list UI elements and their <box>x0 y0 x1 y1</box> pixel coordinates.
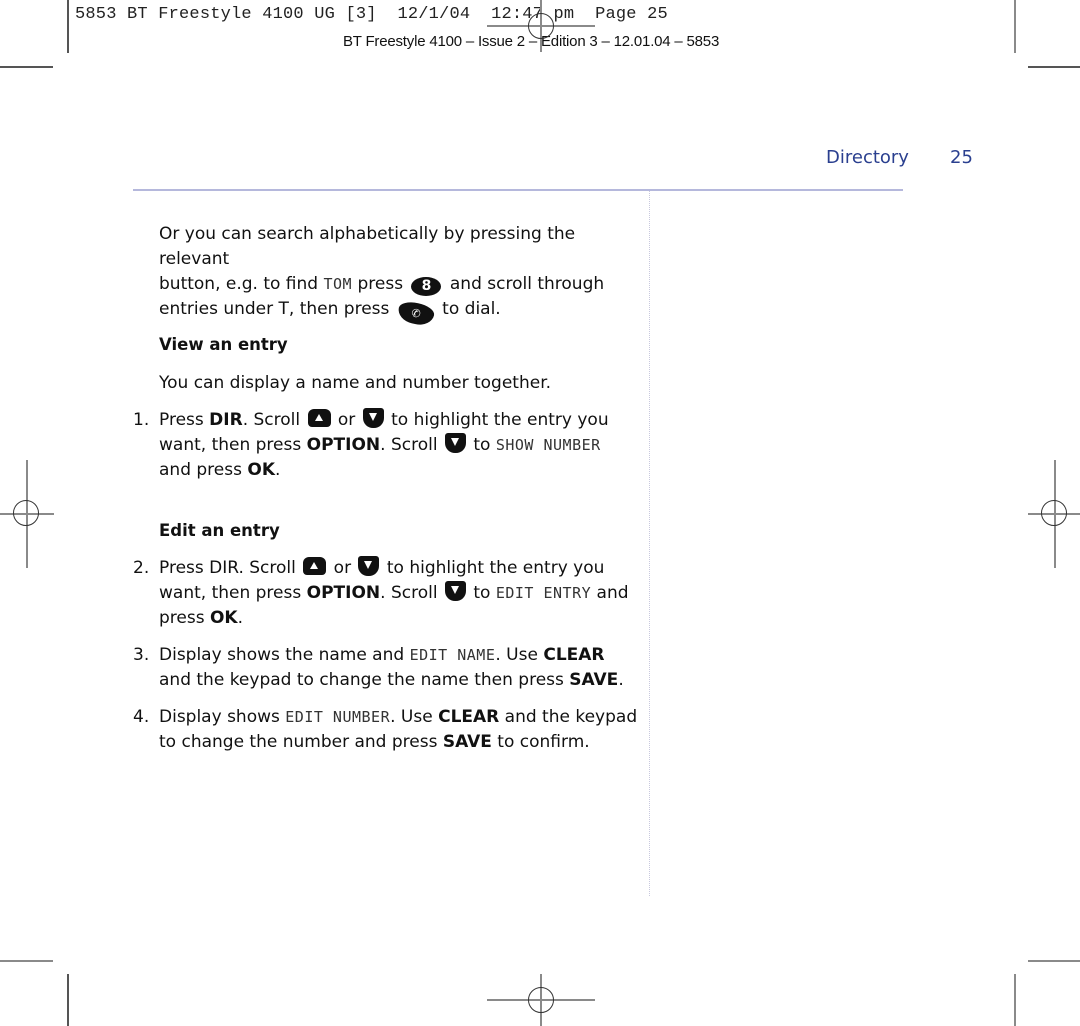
section-heading-view-entry: View an entry <box>159 335 288 354</box>
step-4: Display shows EDIT NUMBER. Use CLEAR and… <box>159 707 638 752</box>
registration-mark-left <box>0 460 54 568</box>
lcd-text: EDIT NUMBER <box>285 708 391 726</box>
lcd-text: SHOW NUMBER <box>495 436 601 454</box>
crop-mark-top-right-v <box>1014 0 1016 53</box>
scroll-up-key-icon <box>303 557 327 575</box>
crop-mark-top-left-v <box>67 0 69 53</box>
step-3: Display shows the name and EDIT NAME. Us… <box>159 645 624 690</box>
section-title: Directory <box>826 147 909 168</box>
step-number: 4. <box>133 707 150 727</box>
key-8-icon: 8 <box>411 277 442 296</box>
crop-mark-bottom-left-v <box>67 974 69 1026</box>
step-1: Press DIR. Scroll or to highlight the en… <box>159 408 609 480</box>
registration-mark-bottom <box>487 974 595 1026</box>
crop-mark-bottom-right-h <box>1028 960 1080 962</box>
registration-mark-right <box>1028 460 1080 568</box>
lcd-text: EDIT NAME <box>409 646 496 664</box>
step-2: Press DIR. Scroll or to highlight the en… <box>159 556 629 628</box>
scroll-down-key-icon <box>444 581 466 601</box>
step-number: 1. <box>133 410 150 430</box>
lcd-text: TOM <box>323 275 353 293</box>
scroll-down-key-icon <box>444 433 466 453</box>
intro-paragraph: Or you can search alphabetically by pres… <box>159 222 639 328</box>
step-number: 3. <box>133 645 150 665</box>
scroll-down-key-icon <box>358 556 380 576</box>
scroll-down-key-icon <box>362 408 384 428</box>
view-entry-description: You can display a name and number togeth… <box>159 373 552 393</box>
crop-mark-bottom-right-v <box>1014 974 1016 1026</box>
registration-circle <box>13 500 39 526</box>
page-number: 25 <box>950 147 973 168</box>
registration-circle <box>528 987 554 1013</box>
crop-mark-top-left-h <box>0 66 53 68</box>
scroll-up-key-icon <box>307 409 331 427</box>
lcd-text: EDIT ENTRY <box>495 584 592 602</box>
column-divider <box>649 191 650 896</box>
header-rule <box>133 189 903 191</box>
talk-key-icon: ✆ <box>395 299 436 328</box>
section-heading-edit-entry: Edit an entry <box>159 521 280 540</box>
crop-mark-bottom-left-h <box>0 960 53 962</box>
registration-circle <box>1041 500 1067 526</box>
registration-circle <box>528 13 554 39</box>
crop-mark-top-right-h <box>1028 66 1080 68</box>
registration-mark-top <box>487 0 595 52</box>
step-number: 2. <box>133 558 150 578</box>
